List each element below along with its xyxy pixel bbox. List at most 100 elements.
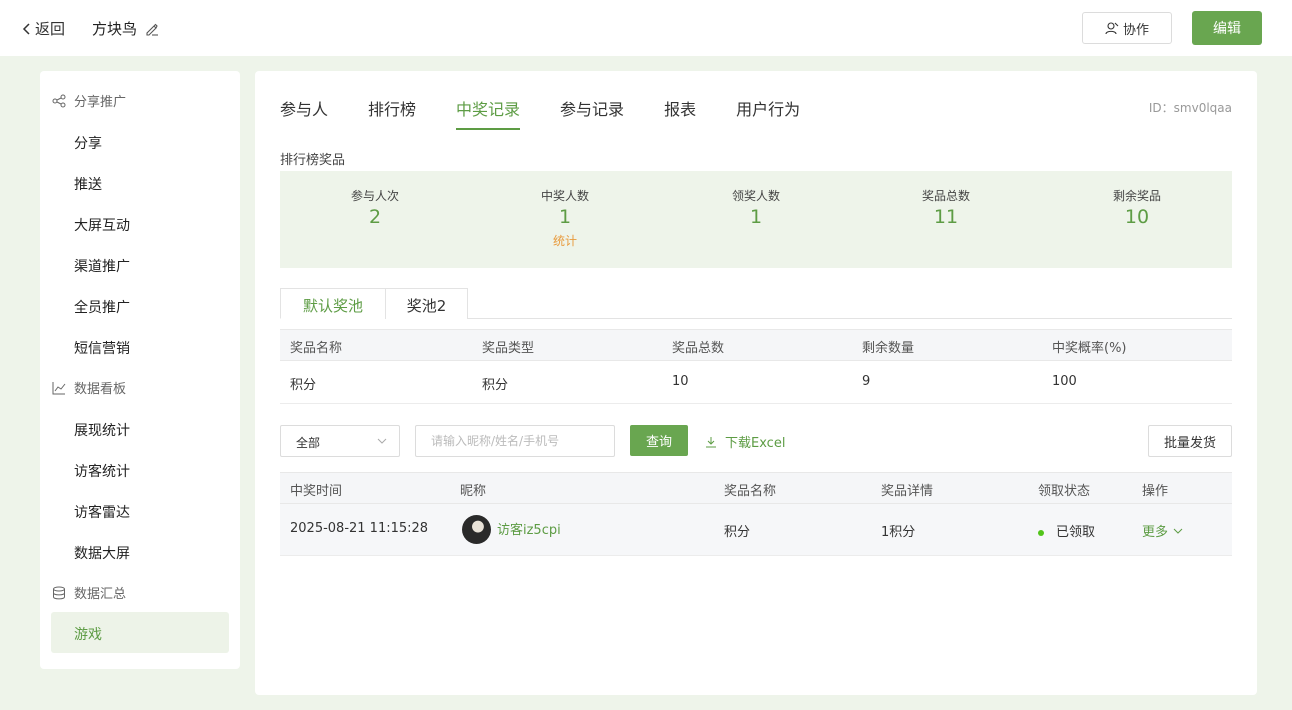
stat-value: 1 — [558, 206, 572, 228]
claim-status: 已领取 — [1038, 521, 1095, 540]
collaborate-label: 协作 — [1122, 22, 1149, 38]
tab-leaderboard[interactable]: 排行榜 — [368, 96, 416, 130]
sidebar-item-visitor-radar[interactable]: 访客雷达 — [74, 502, 130, 522]
sidebar-item-channel-promotion[interactable]: 渠道推广 — [74, 256, 130, 276]
table-cell: 100 — [1052, 374, 1077, 389]
stat-label: 领奖人数 — [731, 189, 780, 203]
top-bar: 返回 方块鸟 协作 编辑 — [0, 0, 1292, 56]
column-header: 中奖时间 — [290, 484, 343, 499]
share-icon — [52, 94, 66, 107]
column-header: 奖品类型 — [482, 341, 535, 356]
winners-table: 中奖时间 昵称 奖品名称 奖品详情 领取状态 操作 2025-08-21 11:… — [280, 472, 1232, 556]
table-cell: 10 — [672, 374, 689, 389]
prize-detail: 1积分 — [881, 525, 916, 540]
back-button[interactable]: 返回 — [22, 18, 65, 39]
back-label: 返回 — [35, 20, 66, 38]
title-text: 方块鸟 — [92, 20, 138, 38]
column-header: 奖品名称 — [724, 484, 777, 499]
column-header: 剩余数量 — [862, 341, 915, 356]
more-label: 更多 — [1142, 525, 1169, 540]
stat-remaining-prizes: 剩余奖品 10 — [1077, 187, 1197, 228]
sidebar-group-label: 数据看板 — [74, 382, 127, 397]
stat-value: 11 — [933, 206, 959, 228]
stat-label: 参与人次 — [350, 189, 399, 203]
status-dot-icon — [1038, 529, 1044, 536]
table-cell: 9 — [862, 374, 871, 389]
prize-table: 奖品名称 奖品类型 奖品总数 剩余数量 中奖概率(%) 积分 积分 10 9 1… — [280, 329, 1232, 404]
sidebar-item-data-screen[interactable]: 数据大屏 — [74, 543, 130, 563]
sidebar-item-label: 游戏 — [74, 627, 102, 643]
table-row: 积分 积分 10 9 100 — [280, 361, 1232, 404]
tab-participants[interactable]: 参与人 — [280, 96, 328, 130]
sidebar-group-label: 分享推广 — [74, 95, 127, 110]
more-actions-dropdown[interactable]: 更多 — [1142, 521, 1183, 540]
download-label: 下载Excel — [725, 436, 786, 451]
status-filter-select[interactable]: 全部 — [280, 425, 400, 457]
chevron-left-icon — [22, 22, 30, 35]
sidebar-item-push[interactable]: 推送 — [74, 174, 102, 194]
column-header: 奖品总数 — [672, 341, 725, 356]
stat-label: 剩余奖品 — [1112, 189, 1161, 203]
tab-default-pool[interactable]: 默认奖池 — [280, 288, 386, 319]
sidebar-group-data-board: 数据看板 — [52, 378, 126, 397]
sidebar: 分享推广 分享 推送 大屏互动 渠道推广 全员推广 短信营销 数据看板 展现统计… — [40, 71, 240, 669]
user-icon — [1105, 22, 1119, 35]
sidebar-item-game[interactable]: 游戏 — [51, 612, 229, 653]
stat-label: 中奖人数 — [540, 189, 589, 203]
section-label: 排行榜奖品 — [280, 153, 346, 168]
collaborate-button[interactable]: 协作 — [1082, 12, 1172, 44]
tab-participation-records[interactable]: 参与记录 — [560, 96, 624, 130]
table-header: 奖品名称 奖品类型 奖品总数 剩余数量 中奖概率(%) — [280, 329, 1232, 361]
download-icon — [706, 436, 716, 447]
column-header: 奖品名称 — [290, 341, 343, 356]
table-cell: 积分 — [290, 378, 317, 393]
chevron-down-icon — [1173, 528, 1183, 534]
column-header: 领取状态 — [1038, 484, 1091, 499]
sidebar-item-share[interactable]: 分享 — [74, 133, 102, 153]
sidebar-item-sms-marketing[interactable]: 短信营销 — [74, 338, 130, 358]
chart-icon — [52, 381, 66, 394]
page-title: 方块鸟 — [92, 18, 159, 39]
column-header: 奖品详情 — [881, 484, 934, 499]
select-value: 全部 — [296, 436, 321, 450]
stats-link[interactable]: 统计 — [505, 232, 625, 249]
batch-ship-button[interactable]: 批量发货 — [1148, 425, 1232, 457]
stat-total-prizes: 奖品总数 11 — [886, 187, 1006, 228]
sidebar-group-share: 分享推广 — [52, 91, 126, 110]
tab-bar: 参与人 排行榜 中奖记录 参与记录 报表 用户行为 — [280, 96, 840, 130]
avatar — [462, 515, 491, 544]
query-button[interactable]: 查询 — [630, 425, 688, 456]
nickname-link[interactable]: 访客iz5cpi — [497, 519, 561, 538]
stat-value: 1 — [749, 206, 763, 228]
database-icon — [53, 586, 65, 599]
status-text: 已领取 — [1056, 525, 1096, 540]
stat-winners: 中奖人数 1 统计 — [505, 187, 625, 249]
sidebar-item-display-stats[interactable]: 展现统计 — [74, 420, 130, 440]
tab-reports[interactable]: 报表 — [664, 96, 696, 130]
edit-pencil-icon[interactable] — [145, 22, 159, 36]
chevron-down-icon — [377, 438, 387, 444]
stat-participations: 参与人次 2 — [315, 187, 435, 228]
main-panel: 参与人 排行榜 中奖记录 参与记录 报表 用户行为 ID：smv0lqaa 排行… — [255, 71, 1257, 695]
tab-pool-2[interactable]: 奖池2 — [385, 288, 468, 319]
download-excel-link[interactable]: 下载Excel — [705, 432, 785, 451]
search-input[interactable] — [415, 425, 615, 457]
stat-value: 2 — [368, 206, 382, 228]
activity-id: ID：smv0lqaa — [1148, 101, 1232, 115]
sidebar-item-visitor-stats[interactable]: 访客统计 — [74, 461, 130, 481]
column-header: 昵称 — [460, 484, 487, 499]
stats-panel: 参与人次 2 中奖人数 1 统计 领奖人数 1 奖品总数 11 剩余奖品 10 — [280, 171, 1232, 268]
column-header: 中奖概率(%) — [1052, 341, 1127, 356]
tab-winning-records[interactable]: 中奖记录 — [456, 96, 521, 130]
sidebar-group-label: 数据汇总 — [74, 587, 127, 602]
column-header: 操作 — [1142, 484, 1169, 499]
table-header: 中奖时间 昵称 奖品名称 奖品详情 领取状态 操作 — [280, 472, 1232, 504]
edit-button[interactable]: 编辑 — [1192, 11, 1262, 45]
tab-user-behavior[interactable]: 用户行为 — [736, 96, 800, 130]
sidebar-item-staff-promotion[interactable]: 全员推广 — [74, 297, 130, 317]
sidebar-item-big-screen-interaction[interactable]: 大屏互动 — [74, 215, 130, 235]
stat-value: 10 — [1124, 206, 1150, 228]
table-row: 2025-08-21 11:15:28 访客iz5cpi 积分 1积分 已领取 … — [280, 504, 1232, 556]
prize-name: 积分 — [724, 525, 751, 540]
table-cell: 积分 — [482, 378, 509, 393]
